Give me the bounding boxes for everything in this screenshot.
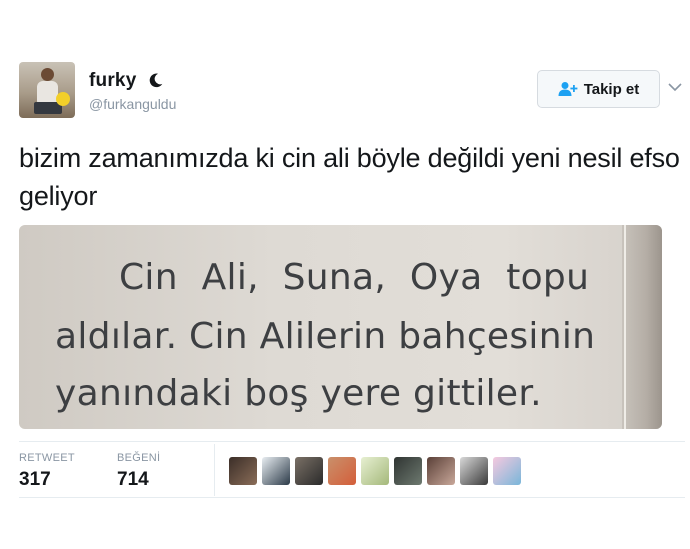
- follow-button[interactable]: Takip et: [537, 70, 660, 108]
- avatar-person-body: [37, 81, 58, 103]
- tweet-text: bizim zamanımızda ki cin ali böyle değil…: [19, 143, 680, 211]
- liker-avatar[interactable]: [328, 457, 356, 485]
- avatar-person-head: [41, 68, 54, 81]
- author-avatar[interactable]: [19, 62, 75, 118]
- photo-text-line: Cin Ali, Suna, Oya topu: [119, 257, 590, 298]
- add-user-icon: [558, 82, 578, 96]
- liker-avatar[interactable]: [361, 457, 389, 485]
- liker-avatar[interactable]: [229, 457, 257, 485]
- liker-avatar[interactable]: [460, 457, 488, 485]
- follow-button-label: Takip et: [583, 80, 640, 98]
- liker-avatar[interactable]: [262, 457, 290, 485]
- stats-divider-bottom: [19, 497, 685, 498]
- photo-book-gutter: [622, 225, 662, 429]
- avatar-yellow-figure: [56, 92, 70, 106]
- liker-avatar[interactable]: [427, 457, 455, 485]
- retweet-label[interactable]: RETWEET: [19, 452, 75, 464]
- photo-page-edge: [624, 225, 626, 429]
- liker-avatar[interactable]: [493, 457, 521, 485]
- stats-divider-top: [19, 441, 685, 442]
- stats-separator: [214, 444, 215, 496]
- tweet-photo[interactable]: Cin Ali, Suna, Oya topu aldılar. Cin Ali…: [19, 225, 662, 429]
- liker-avatars: [229, 457, 521, 485]
- like-label[interactable]: BEĞENİ: [117, 452, 160, 464]
- moon-icon: [149, 73, 163, 88]
- retweet-count[interactable]: 317: [19, 469, 51, 491]
- like-count[interactable]: 714: [117, 469, 149, 491]
- liker-avatar[interactable]: [394, 457, 422, 485]
- photo-text-line: yanındaki boş yere gittiler.: [55, 373, 542, 414]
- liker-avatar[interactable]: [295, 457, 323, 485]
- chevron-down-icon[interactable]: [668, 82, 682, 92]
- photo-text-line: aldılar. Cin Alilerin bahçesinin: [55, 316, 596, 357]
- author-handle[interactable]: @furkanguldu: [89, 96, 176, 112]
- author-display-name[interactable]: furky: [89, 70, 136, 92]
